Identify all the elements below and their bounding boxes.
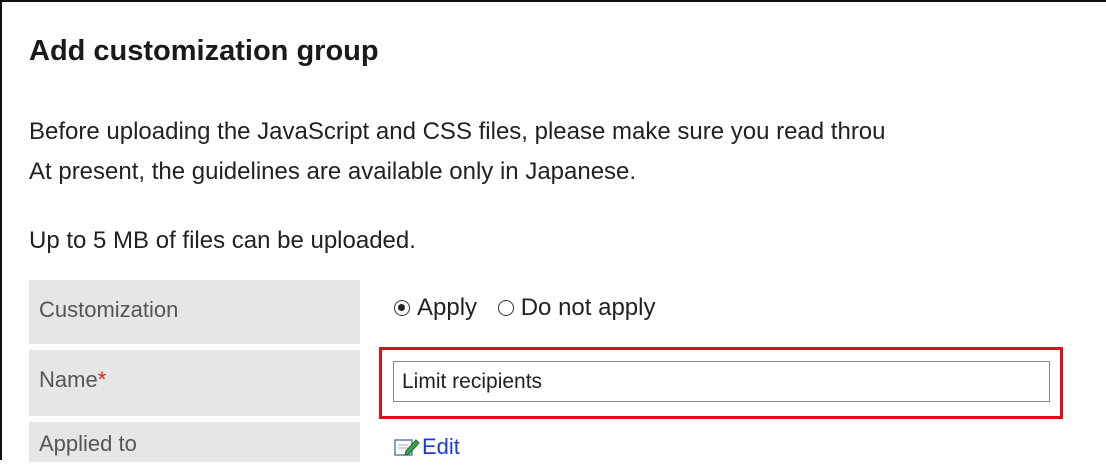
name-input[interactable]	[393, 361, 1050, 402]
name-label-text: Name	[39, 367, 98, 392]
apply-radio[interactable]	[394, 300, 410, 316]
edit-link-label: Edit	[422, 434, 460, 459]
description-line-1: Before uploading the JavaScript and CSS …	[29, 118, 886, 145]
applied-to-label: Applied to	[29, 422, 360, 462]
name-label: Name*	[29, 350, 360, 416]
edit-link[interactable]: Edit	[394, 434, 460, 460]
customization-label-text: Customization	[39, 297, 179, 322]
description-line-2: At present, the guidelines are available…	[29, 158, 637, 185]
required-mark: *	[97, 367, 107, 392]
page-title: Add customization group	[29, 35, 379, 67]
upload-limit-text: Up to 5 MB of files can be uploaded.	[29, 227, 416, 254]
do-not-apply-radio-option[interactable]: Do not apply	[497, 294, 656, 322]
customization-label: Customization	[29, 280, 360, 344]
do-not-apply-radio-label: Do not apply	[520, 294, 656, 321]
customization-radio-group: Apply Do not apply	[394, 294, 669, 323]
applied-to-label-text: Applied to	[39, 431, 137, 456]
apply-radio-option[interactable]: Apply	[394, 294, 477, 322]
do-not-apply-radio[interactable]	[497, 300, 514, 316]
edit-icon	[394, 437, 420, 457]
apply-radio-label: Apply	[417, 294, 478, 321]
